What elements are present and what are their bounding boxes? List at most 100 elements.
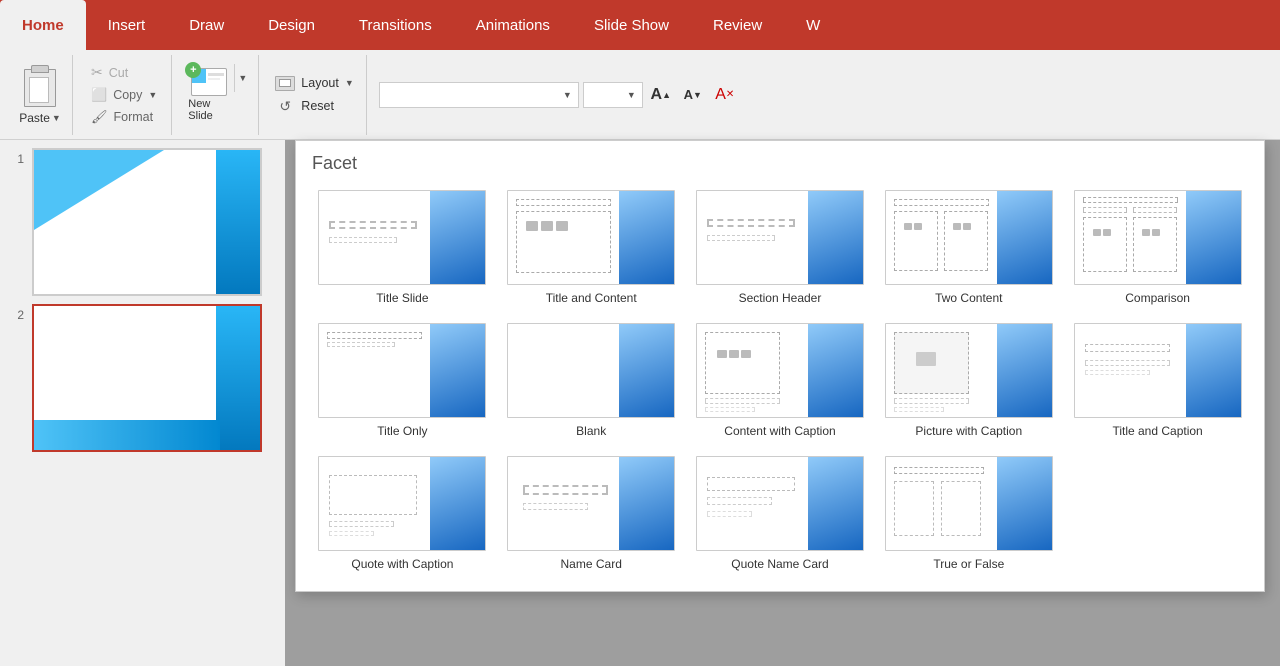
layout-item-title-only[interactable]: Title Only bbox=[312, 319, 493, 442]
tab-draw[interactable]: Draw bbox=[167, 0, 246, 50]
ribbon-tabs: Home Insert Draw Design Transitions Anim… bbox=[0, 0, 1280, 50]
layout-thumb-picture-caption bbox=[885, 323, 1053, 418]
font-grow-icon: A bbox=[651, 86, 663, 104]
layout-thumb-two-content bbox=[885, 190, 1053, 285]
paste-dropdown-arrow[interactable]: ▼ bbox=[52, 113, 61, 123]
slide-preview-box-2 bbox=[32, 304, 262, 452]
copy-label: Copy bbox=[113, 88, 142, 102]
layout-thumb-section-header bbox=[696, 190, 864, 285]
slide-preview-box-1 bbox=[32, 148, 262, 296]
tab-insert[interactable]: Insert bbox=[86, 0, 168, 50]
layout-name-title-content: Title and Content bbox=[546, 291, 637, 305]
new-slide-main-button[interactable]: + New Slide bbox=[184, 64, 234, 126]
slide-number-1: 1 bbox=[8, 152, 24, 166]
slide-preview-2[interactable] bbox=[32, 304, 277, 452]
layout-thumb-comparison bbox=[1074, 190, 1242, 285]
layout-item-title-caption[interactable]: Title and Caption bbox=[1067, 319, 1248, 442]
font-grow-button[interactable]: A▲ bbox=[647, 82, 675, 108]
format-paintbrush-icon: 🖌 bbox=[91, 109, 108, 125]
new-slide-button-group: + New Slide ▼ bbox=[184, 64, 250, 126]
reset-button[interactable]: ↺ Reset bbox=[271, 97, 357, 116]
layout-thumb-true-false bbox=[885, 456, 1053, 551]
panel-title: Facet bbox=[312, 153, 1248, 174]
copy-dropdown-arrow[interactable]: ▼ bbox=[148, 90, 157, 100]
tab-w[interactable]: W bbox=[784, 0, 842, 50]
new-slide-dropdown-button[interactable]: ▼ bbox=[234, 64, 250, 92]
slide-preview-1[interactable] bbox=[32, 148, 277, 296]
layout-thumb-title-slide bbox=[318, 190, 486, 285]
reset-icon: ↺ bbox=[275, 99, 295, 114]
copy-button[interactable]: ⬜ Copy ▼ bbox=[85, 85, 163, 105]
layout-item-title-slide[interactable]: Title Slide bbox=[312, 186, 493, 309]
layout-name-two-content: Two Content bbox=[935, 291, 1002, 305]
layout-item-true-false[interactable]: True or False bbox=[878, 452, 1059, 575]
clear-formatting-icon: A bbox=[715, 86, 726, 104]
layout-name-section-header: Section Header bbox=[739, 291, 822, 305]
layout-item-two-content[interactable]: Two Content bbox=[878, 186, 1059, 309]
font-row-1: ▼ ▼ A▲ A▼ A✕ bbox=[379, 82, 739, 108]
layout-item-content-caption[interactable]: Content with Caption bbox=[690, 319, 871, 442]
layout-item-comparison[interactable]: Comparison bbox=[1067, 186, 1248, 309]
cut-button[interactable]: ✂ Cut bbox=[85, 62, 163, 83]
font-shrink-button[interactable]: A▼ bbox=[679, 82, 707, 108]
layout-item-section-header[interactable]: Section Header bbox=[690, 186, 871, 309]
font-name-dropdown[interactable]: ▼ bbox=[379, 82, 579, 108]
scissors-icon: ✂ bbox=[91, 64, 103, 81]
layout-reset-group: Layout ▼ ↺ Reset bbox=[263, 55, 366, 135]
new-slide-label: New Slide bbox=[188, 98, 230, 122]
layout-label: Layout bbox=[301, 76, 339, 90]
layout-name-quote-caption: Quote with Caption bbox=[351, 557, 453, 571]
reset-label: Reset bbox=[301, 99, 334, 113]
layout-name-title-only: Title Only bbox=[377, 424, 427, 438]
clear-formatting-button[interactable]: A✕ bbox=[711, 82, 739, 108]
tab-design[interactable]: Design bbox=[246, 0, 337, 50]
layout-icon bbox=[275, 76, 295, 91]
layout-thumb-quote-caption bbox=[318, 456, 486, 551]
layout-thumb-content-caption bbox=[696, 323, 864, 418]
font-shrink-icon: A bbox=[684, 87, 693, 102]
layout-thumb-name-card bbox=[507, 456, 675, 551]
layout-name-picture-caption: Picture with Caption bbox=[915, 424, 1022, 438]
layout-name-blank: Blank bbox=[576, 424, 606, 438]
layout-item-title-content[interactable]: Title and Content bbox=[501, 186, 682, 309]
layout-dropdown-arrow[interactable]: ▼ bbox=[345, 78, 354, 88]
layout-name-comparison: Comparison bbox=[1125, 291, 1190, 305]
layout-thumb-quote-name-card bbox=[696, 456, 864, 551]
layout-name-name-card: Name Card bbox=[561, 557, 622, 571]
font-name-arrow: ▼ bbox=[563, 90, 572, 100]
new-slide-icon-container: + bbox=[191, 68, 227, 96]
tab-animations[interactable]: Animations bbox=[454, 0, 572, 50]
layout-item-blank[interactable]: Blank bbox=[501, 319, 682, 442]
slide-item-1: 1 bbox=[8, 148, 277, 296]
tab-transitions[interactable]: Transitions bbox=[337, 0, 454, 50]
format-label: Format bbox=[114, 110, 154, 124]
layout-item-quote-name-card[interactable]: Quote Name Card bbox=[690, 452, 871, 575]
layout-dropdown-panel: Facet Title Slide Title a bbox=[295, 140, 1265, 592]
layout-thumb-blank bbox=[507, 323, 675, 418]
font-size-arrow: ▼ bbox=[627, 90, 636, 100]
paste-button[interactable] bbox=[18, 65, 62, 109]
layout-name-content-caption: Content with Caption bbox=[724, 424, 835, 438]
layout-thumb-title-only bbox=[318, 323, 486, 418]
layout-name-title-slide: Title Slide bbox=[376, 291, 428, 305]
font-group: ▼ ▼ A▲ A▼ A✕ bbox=[371, 78, 747, 112]
font-size-dropdown[interactable]: ▼ bbox=[583, 82, 643, 108]
paste-icon bbox=[18, 65, 62, 109]
tab-review[interactable]: Review bbox=[691, 0, 784, 50]
ribbon-body: Paste ▼ ✂ Cut ⬜ Copy ▼ 🖌 Format + bbox=[0, 50, 1280, 140]
paste-label-row[interactable]: Paste ▼ bbox=[19, 111, 61, 125]
slide-group: + New Slide ▼ bbox=[176, 55, 259, 135]
layout-grid: Title Slide Title and Content bbox=[312, 186, 1248, 575]
layout-item-quote-caption[interactable]: Quote with Caption bbox=[312, 452, 493, 575]
clipboard-group: ✂ Cut ⬜ Copy ▼ 🖌 Format bbox=[77, 55, 172, 135]
paste-label: Paste bbox=[19, 111, 50, 125]
cut-label: Cut bbox=[109, 66, 128, 80]
layout-name-title-caption: Title and Caption bbox=[1112, 424, 1202, 438]
layout-item-name-card[interactable]: Name Card bbox=[501, 452, 682, 575]
layout-button[interactable]: Layout ▼ bbox=[271, 74, 357, 93]
slide-number-2: 2 bbox=[8, 308, 24, 322]
format-button[interactable]: 🖌 Format bbox=[85, 107, 163, 127]
layout-item-picture-caption[interactable]: Picture with Caption bbox=[878, 319, 1059, 442]
tab-home[interactable]: Home bbox=[0, 0, 86, 50]
tab-slideshow[interactable]: Slide Show bbox=[572, 0, 691, 50]
